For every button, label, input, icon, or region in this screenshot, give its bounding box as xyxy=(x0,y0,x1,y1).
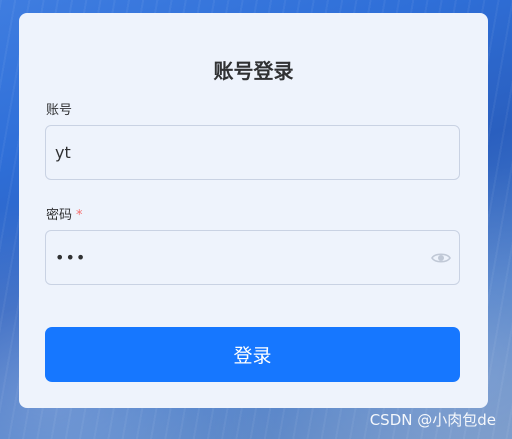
password-label-text: 密码 xyxy=(46,208,73,223)
page-title: 账号登录 xyxy=(213,59,294,83)
required-mark: * xyxy=(76,208,83,223)
account-input-value: yt xyxy=(55,143,71,162)
eye-icon[interactable] xyxy=(430,250,452,266)
account-label: 账号 xyxy=(46,103,73,118)
password-input[interactable]: ••• xyxy=(45,230,460,285)
password-input-value: ••• xyxy=(55,248,87,267)
password-label: 密码 * xyxy=(46,204,83,223)
account-input[interactable]: yt xyxy=(45,125,460,180)
login-card: 账号登录 账号 yt 密码 * ••• 登录 xyxy=(19,13,488,408)
login-button[interactable]: 登录 xyxy=(45,327,460,382)
watermark: CSDN @小肉包de xyxy=(369,411,496,429)
